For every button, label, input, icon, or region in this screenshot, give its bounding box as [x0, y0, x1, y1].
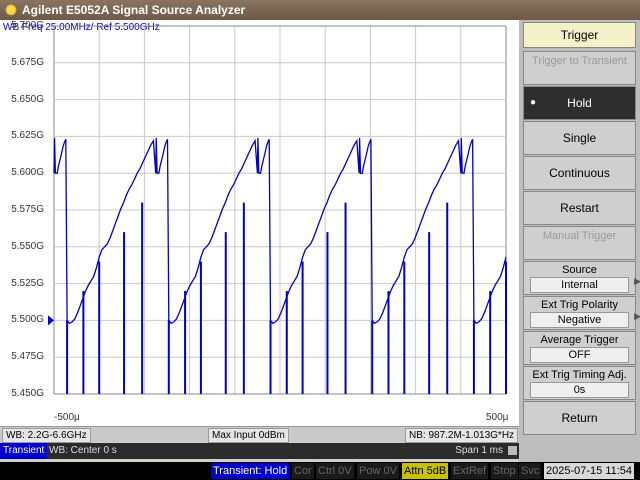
y-tick-label: 5.575G	[11, 204, 44, 215]
submenu-arrow-icon: ▶	[634, 311, 640, 321]
status-attn: Attn 5dB	[402, 463, 449, 479]
ext-trig-polarity-value: Negative	[530, 312, 629, 328]
ext-trig-timing-value: 0s	[530, 382, 629, 398]
y-tick-label: 5.450G	[11, 388, 44, 399]
submenu-arrow-icon: ▶	[634, 276, 640, 286]
softkey-menu-title: Trigger	[523, 22, 636, 48]
status-extref: ExtRef	[451, 463, 489, 479]
trigger-to-transient-button[interactable]: Trigger to Transient	[523, 51, 636, 85]
agilent-logo-icon: ✺	[5, 2, 17, 18]
channel-mode[interactable]: Transient	[0, 443, 48, 459]
ext-trig-timing-button[interactable]: Ext Trig Timing Adj. 0s	[523, 366, 636, 400]
source-value: Internal	[530, 277, 629, 293]
y-tick-label: 5.625G	[11, 130, 44, 142]
y-tick-label: 5.600G	[11, 167, 44, 179]
trace-chart[interactable]	[48, 25, 507, 395]
average-trigger-value: OFF	[530, 347, 629, 363]
wb-range: WB: 2.2G-6.6GHz	[2, 428, 91, 443]
restart-button[interactable]: Restart	[523, 191, 636, 225]
status-time: 2025-07-15 11:54	[544, 463, 635, 479]
max-input: Max Input 0dBm	[208, 428, 289, 443]
title-bar: ✺ Agilent E5052A Signal Source Analyzer	[0, 0, 640, 20]
average-trigger-button[interactable]: Average Trigger OFF	[523, 331, 636, 365]
x-label-right: 500μ	[486, 412, 509, 423]
manual-trigger-button[interactable]: Manual Trigger	[523, 226, 636, 260]
status-mode: Transient: Hold	[211, 463, 290, 479]
channel-bar: Transient WB: Center 0 s Span 1 ms	[0, 443, 519, 459]
return-button[interactable]: Return	[523, 401, 636, 435]
status-svc: Svc	[519, 463, 542, 479]
y-tick-label: 5.525G	[11, 277, 44, 289]
y-tick-label: 5.650G	[11, 93, 44, 105]
y-tick-label: 5.700G	[11, 20, 44, 31]
window-title: Agilent E5052A Signal Source Analyzer	[22, 3, 246, 17]
ext-trig-polarity-label: Ext Trig Polarity	[540, 299, 619, 311]
continuous-button[interactable]: Continuous	[523, 156, 636, 190]
y-tick-label: 5.550G	[11, 240, 44, 252]
selected-bullet-icon: ●	[530, 97, 537, 108]
info-bar: WB: 2.2G-6.6GHz Max Input 0dBm NB: 987.2…	[0, 426, 519, 443]
status-cor: Cor	[292, 463, 314, 479]
softkey-panel: Trigger Trigger to Transient ● Hold Sing…	[519, 20, 640, 462]
hold-button[interactable]: ● Hold	[523, 86, 636, 120]
status-bar: Transient: Hold Cor Ctrl 0V Pow 0V Attn …	[0, 462, 640, 480]
channel-center: WB: Center 0 s	[49, 445, 117, 456]
nb-range: NB: 987.2M-1.013G*Hz	[405, 428, 519, 443]
x-label-left: -500μ	[54, 412, 80, 423]
status-stop: Stop	[491, 463, 518, 479]
channel-span: Span 1 ms	[455, 445, 503, 456]
source-label: Source	[562, 264, 597, 276]
y-tick-label: 5.475G	[11, 351, 44, 363]
status-ctrl: Ctrl 0V	[316, 463, 354, 479]
y-tick-label: 5.500G	[11, 314, 44, 326]
status-pow: Pow 0V	[357, 463, 399, 479]
average-trigger-label: Average Trigger	[540, 334, 619, 346]
source-button[interactable]: Source Internal ▶	[523, 261, 640, 295]
ext-trig-timing-label: Ext Trig Timing Adj.	[532, 369, 627, 381]
hold-label: Hold	[567, 96, 592, 110]
ext-trig-polarity-button[interactable]: Ext Trig Polarity Negative ▶	[523, 296, 640, 330]
channel-square-icon	[508, 446, 517, 455]
y-tick-label: 5.675G	[11, 56, 44, 68]
single-button[interactable]: Single	[523, 121, 636, 155]
